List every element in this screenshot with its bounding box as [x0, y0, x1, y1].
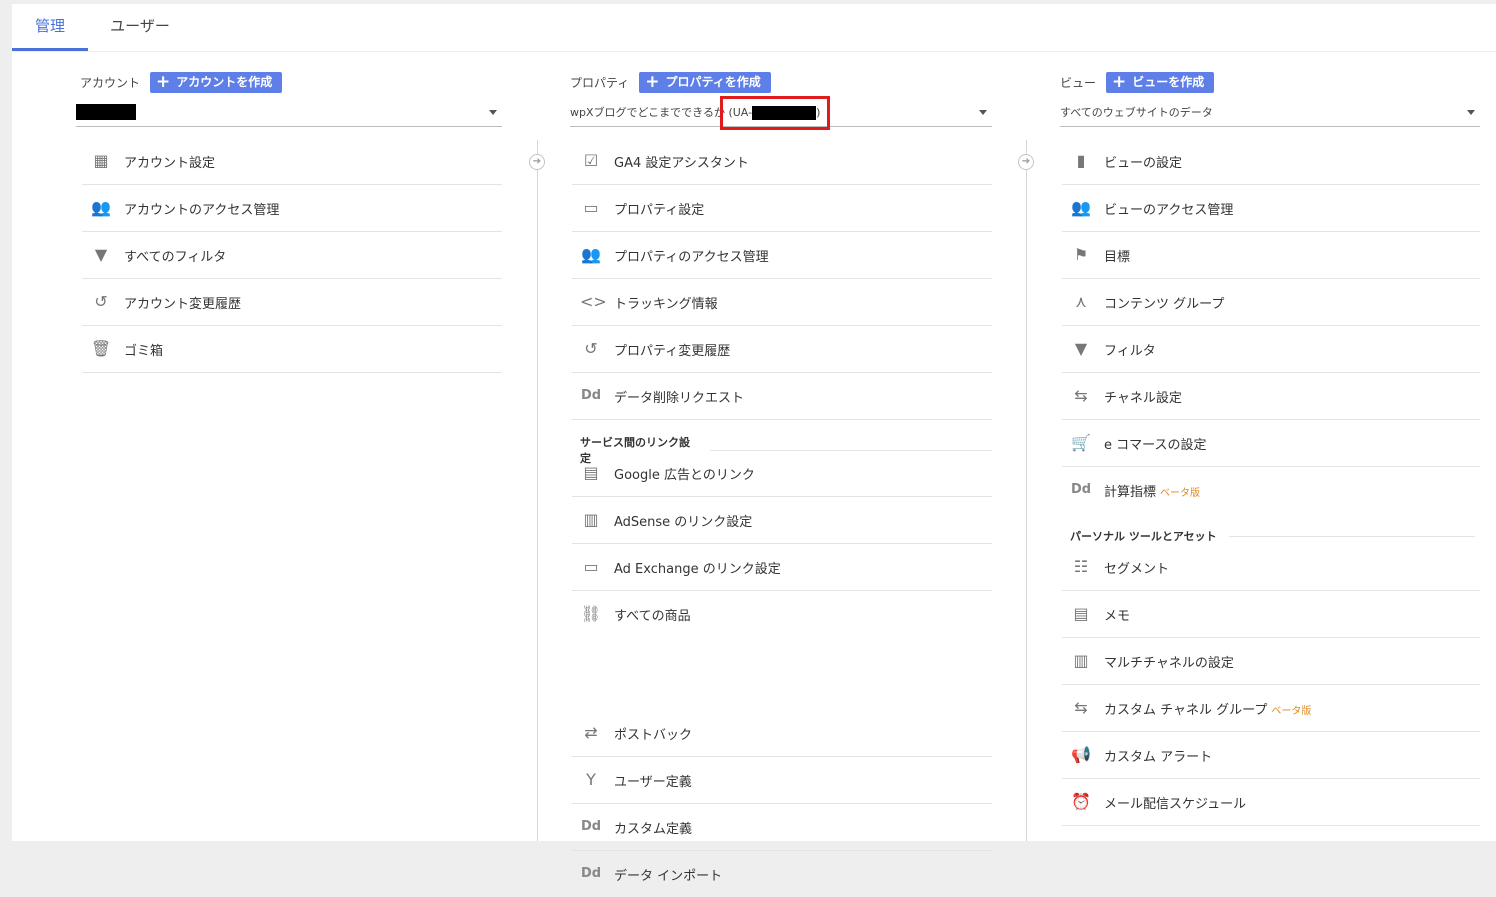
menu-item-all-filters[interactable]: ▼ すべてのフィルタ [82, 232, 502, 279]
document-icon: ▮ [1076, 151, 1086, 170]
menu-item-all-products[interactable]: ⛓ すべての商品 [572, 591, 992, 637]
arrow-right-icon: ➔ [1018, 154, 1034, 170]
menu-item-custom-channel-grouping[interactable]: ⇆ カスタム チャネル グループ ベータ版 [1062, 685, 1480, 732]
history-icon: ↺ [94, 292, 108, 311]
fork-icon: Y [586, 770, 596, 789]
menu-item-calculated-metrics[interactable]: Dd 計算指標 ベータ版 [1062, 467, 1480, 513]
postback-icon: ⇄ [584, 723, 598, 742]
layout-icon: ▭ [583, 198, 599, 217]
dd-icon: Dd [580, 819, 602, 834]
section-personal-tools: パーソナル ツールとアセット [1070, 528, 1475, 544]
menu-item-annotations[interactable]: ▤ メモ [1062, 591, 1480, 638]
cart-icon: 🛒 [1071, 433, 1091, 452]
chevron-down-icon [1467, 110, 1475, 115]
menu-item-account-history[interactable]: ↺ アカウント変更履歴 [82, 279, 502, 326]
dd-icon: Dd [580, 388, 602, 403]
menu-item-trash[interactable]: 🗑 ゴミ箱 [82, 326, 502, 373]
create-view-button[interactable]: + ビューを作成 [1106, 72, 1215, 93]
menu-item-custom-alerts[interactable]: 📢 カスタム アラート [1062, 732, 1480, 779]
dd-icon: Dd [1070, 482, 1092, 497]
people-icon: 👥 [581, 245, 601, 264]
menu-item-view-access[interactable]: 👥 ビューのアクセス管理 [1062, 185, 1480, 232]
menu-item-postbacks[interactable]: ⇄ ポストバック [572, 710, 992, 757]
menu-item-account-access[interactable]: 👥 アカウントのアクセス管理 [82, 185, 502, 232]
flag-icon: ⚑ [1073, 245, 1089, 264]
menu-item-segments[interactable]: ☷ セグメント [1062, 544, 1480, 591]
view-header: ビュー + ビューを作成 [1060, 72, 1215, 93]
history-icon: ↺ [584, 339, 598, 358]
column-divider [1026, 140, 1027, 841]
arrow-right-icon: ➔ [529, 154, 545, 170]
account-label: アカウント [80, 76, 141, 90]
filter-icon: ▼ [94, 245, 108, 264]
plus-icon: + [156, 72, 171, 92]
red-highlight-box [720, 96, 830, 130]
view-selector[interactable]: すべてのウェブサイトのデータ [1060, 98, 1480, 127]
column-divider [537, 140, 538, 841]
account-selected-redacted [76, 104, 136, 120]
create-account-button[interactable]: + アカウントを作成 [150, 72, 283, 93]
create-property-button[interactable]: + プロパティを作成 [639, 72, 771, 93]
clock-icon: ⏰ [1071, 792, 1091, 811]
trash-icon: 🗑 [90, 339, 112, 358]
filter-icon: ▼ [1074, 339, 1088, 358]
menu-item-property-history[interactable]: ↺ プロパティ変更履歴 [572, 326, 992, 373]
view-label: ビュー [1060, 76, 1097, 90]
menu-item-property-access[interactable]: 👥 プロパティのアクセス管理 [572, 232, 992, 279]
menu-item-ga4-assistant[interactable]: ☑ GA4 設定アシスタント [572, 138, 992, 185]
bar-icon: ▥ [1073, 651, 1089, 670]
building-icon: ▦ [93, 151, 109, 170]
channel-icon: ⇆ [1074, 386, 1088, 405]
menu-item-data-import[interactable]: Dd データ インポート [572, 851, 992, 897]
menu-item-scheduled-emails[interactable]: ⏰ メール配信スケジュール [1062, 779, 1480, 826]
menu-item-content-grouping[interactable]: ⋏ コンテンツ グループ [1062, 279, 1480, 326]
ads-icon: ▤ [583, 463, 599, 482]
beta-badge: ベータ版 [1271, 706, 1312, 717]
menu-item-account-settings[interactable]: ▦ アカウント設定 [82, 138, 502, 185]
segment-icon: ☷ [1073, 557, 1089, 576]
channel-icon: ⇆ [1074, 698, 1088, 717]
dd-icon: Dd [580, 866, 602, 881]
menu-item-multichannel-settings[interactable]: ▥ マルチチャネルの設定 [1062, 638, 1480, 685]
admin-tab-bar: 管理 ユーザー [12, 4, 1496, 51]
memo-icon: ▤ [1073, 604, 1089, 623]
chevron-down-icon [979, 110, 987, 115]
account-selector[interactable] [76, 98, 502, 127]
content-group-icon: ⋏ [1075, 292, 1087, 311]
property-label: プロパティ [570, 76, 630, 90]
plus-icon: + [645, 72, 660, 92]
menu-item-view-settings[interactable]: ▮ ビューの設定 [1062, 138, 1480, 185]
menu-item-property-settings[interactable]: ▭ プロパティ設定 [572, 185, 992, 232]
menu-item-user-definitions[interactable]: Y ユーザー定義 [572, 757, 992, 804]
checklist-icon: ☑ [583, 151, 599, 170]
plus-icon: + [1112, 72, 1127, 92]
menu-item-data-deletion[interactable]: Dd データ削除リクエスト [572, 373, 992, 420]
account-header: アカウント + アカウントを作成 [80, 72, 283, 93]
menu-item-goals[interactable]: ⚑ 目標 [1062, 232, 1480, 279]
property-header: プロパティ + プロパティを作成 [570, 72, 771, 93]
people-icon: 👥 [91, 198, 111, 217]
people-icon: 👥 [1071, 198, 1091, 217]
admin-panel: アカウント + アカウントを作成 プロパティ + プロパティを作成 ビュー + ビュー… [12, 52, 1496, 884]
chevron-down-icon [489, 110, 497, 115]
tab-admin[interactable]: 管理 [12, 4, 88, 51]
menu-item-custom-definitions[interactable]: Dd カスタム定義 [572, 804, 992, 851]
code-icon: <> [580, 292, 607, 311]
link-icon: ⛓ [580, 604, 602, 623]
beta-badge: ベータ版 [1160, 488, 1201, 499]
menu-item-adsense-link[interactable]: ▥ AdSense のリンク設定 [572, 497, 992, 544]
view-selected: すべてのウェブサイトのデータ [1060, 106, 1213, 119]
menu-item-filters[interactable]: ▼ フィルタ [1062, 326, 1480, 373]
tab-user[interactable]: ユーザー [104, 4, 176, 51]
menu-item-adexchange-link[interactable]: ▭ Ad Exchange のリンク設定 [572, 544, 992, 591]
megaphone-icon: 📢 [1071, 745, 1091, 764]
menu-item-channel-settings[interactable]: ⇆ チャネル設定 [1062, 373, 1480, 420]
menu-item-google-ads-link[interactable]: ▤ Google 広告とのリンク [572, 450, 992, 497]
menu-item-tracking-info[interactable]: <> トラッキング情報 [572, 279, 992, 326]
adsense-icon: ▥ [583, 510, 599, 529]
layout-icon: ▭ [583, 557, 599, 576]
menu-item-ecommerce-settings[interactable]: 🛒 e コマースの設定 [1062, 420, 1480, 467]
